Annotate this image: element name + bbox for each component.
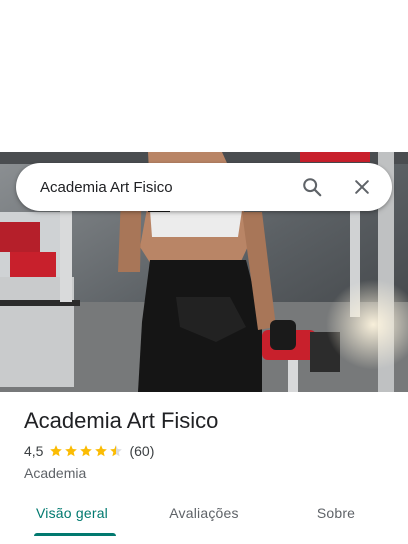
search-bar[interactable]: Academia Art Fisico (16, 163, 392, 211)
review-count[interactable]: (60) (129, 443, 154, 459)
star-icon (95, 445, 108, 457)
close-button[interactable] (344, 169, 380, 205)
star-icon (65, 445, 78, 457)
place-info: Academia Art Fisico 4,5 (60) Academia (24, 406, 384, 483)
place-category[interactable]: Academia (24, 463, 384, 483)
tab-reviews[interactable]: Avaliações (144, 494, 264, 536)
search-icon (303, 178, 322, 197)
star-icon (50, 445, 63, 457)
search-button[interactable] (294, 169, 330, 205)
rating-value: 4,5 (24, 443, 44, 459)
rating-stars (49, 444, 124, 458)
place-title: Academia Art Fisico (24, 408, 219, 433)
search-input[interactable]: Academia Art Fisico (40, 179, 294, 196)
tab-overview[interactable]: Visão geral (0, 494, 144, 536)
map-blank-area (0, 0, 408, 152)
star-icon (110, 445, 123, 457)
rating-row[interactable]: 4,5 (60) (24, 441, 384, 461)
star-icon (80, 445, 93, 457)
tab-about[interactable]: Sobre (264, 494, 408, 536)
place-tabs: Visão geral Avaliações Sobre (0, 494, 408, 536)
close-icon (355, 180, 369, 194)
